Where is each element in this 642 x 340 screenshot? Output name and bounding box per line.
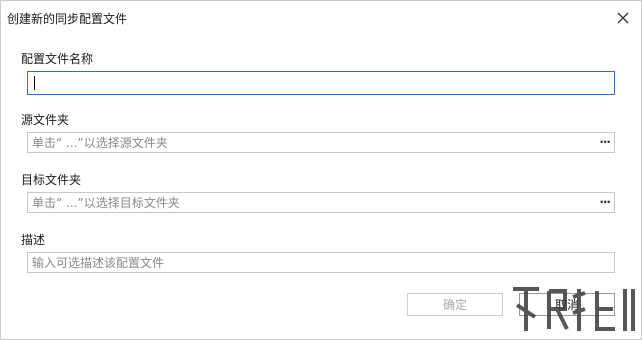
description-label: 描述 [21,233,46,247]
create-sync-profile-dialog: 创建新的同步配置文件 配置文件名称 源文件夹 单击“ ...”以选择源文件夹 ·… [0,0,642,340]
target-folder-label: 目标文件夹 [21,173,82,187]
source-folder-placeholder: 单击“ ...”以选择源文件夹 [32,136,168,150]
site-logo-icon [513,287,635,331]
profile-name-input[interactable] [27,71,615,95]
source-folder-input[interactable]: 单击“ ...”以选择源文件夹 ··· [27,132,615,153]
profile-name-label: 配置文件名称 [21,52,94,66]
title-bar: 创建新的同步配置文件 [1,1,641,35]
description-input[interactable]: 输入可选描述该配置文件 [27,252,615,273]
ok-button[interactable]: 确定 [407,293,503,316]
dialog-title: 创建新的同步配置文件 [7,12,128,26]
target-folder-input[interactable]: 单击“ ...”以选择目标文件夹 ··· [27,192,615,213]
target-browse-button[interactable]: ··· [599,195,611,209]
source-folder-label: 源文件夹 [21,113,70,127]
text-caret [34,76,35,90]
close-icon [617,12,629,24]
target-folder-placeholder: 单击“ ...”以选择目标文件夹 [32,196,180,210]
close-button[interactable] [611,6,635,30]
description-placeholder: 输入可选描述该配置文件 [32,256,165,270]
source-browse-button[interactable]: ··· [599,135,611,149]
